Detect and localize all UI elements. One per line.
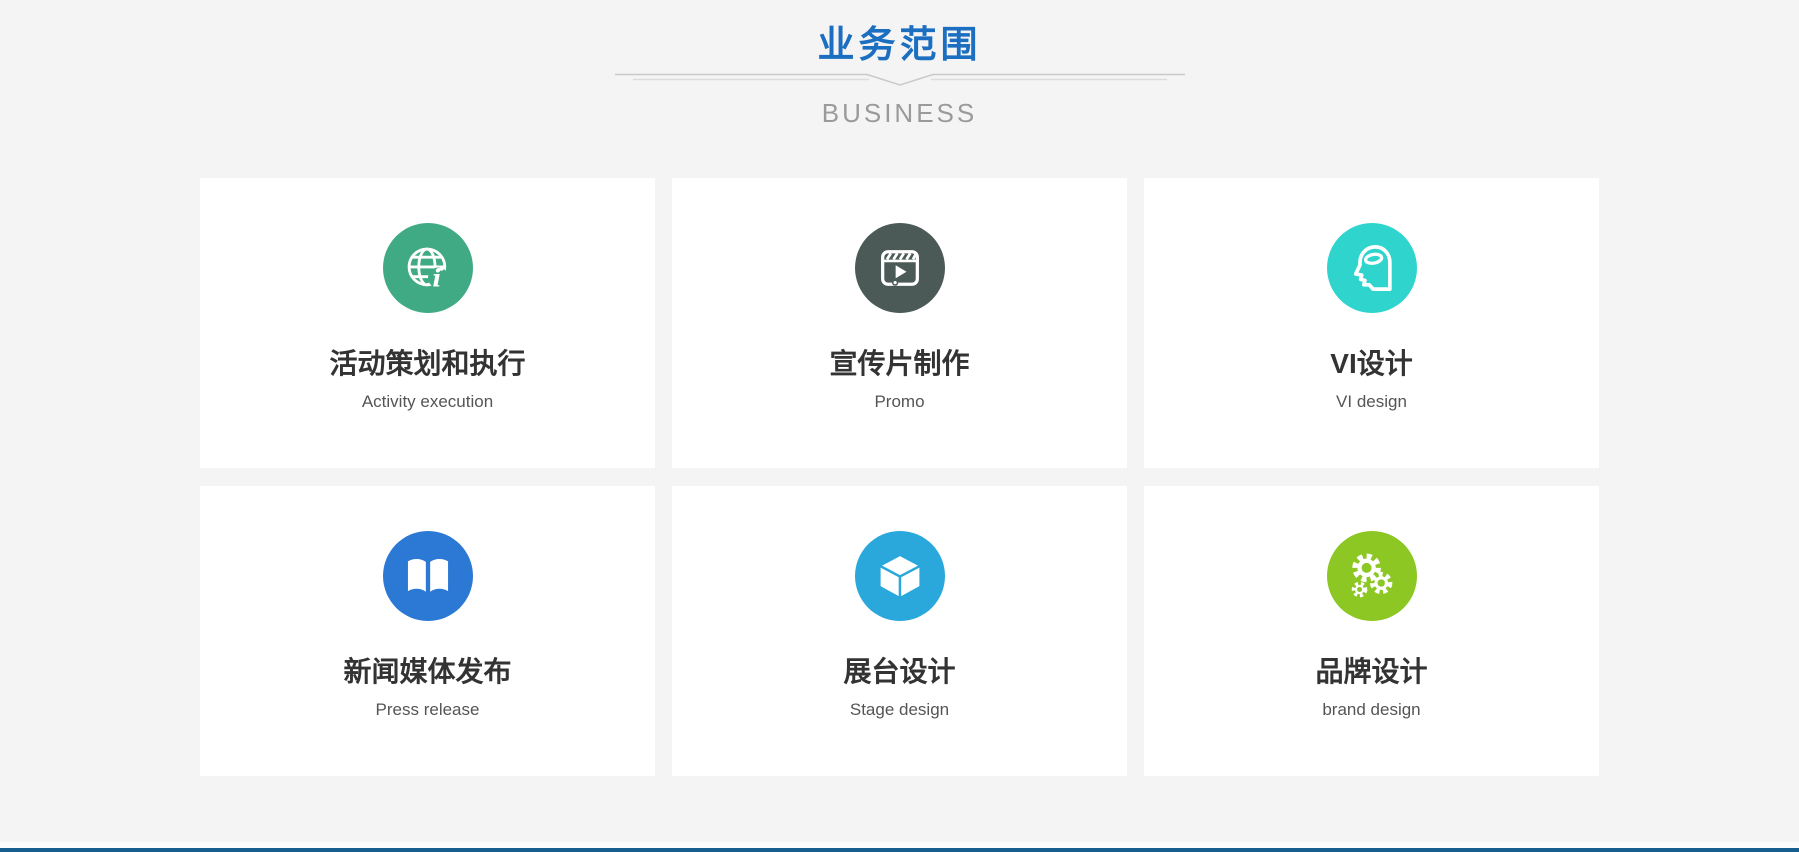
head-profile-icon xyxy=(1327,223,1417,313)
card-title: 新闻媒体发布 xyxy=(200,657,655,687)
bottom-accent-bar xyxy=(0,848,1799,852)
card-brand-design[interactable]: 品牌设计 brand design xyxy=(1144,486,1599,776)
card-title: 宣传片制作 xyxy=(672,349,1127,379)
section-divider xyxy=(0,70,1799,88)
globe-info-icon: i xyxy=(383,223,473,313)
card-vi-design[interactable]: VI设计 VI design xyxy=(1144,178,1599,468)
card-title: 活动策划和执行 xyxy=(200,349,655,379)
card-subtitle: Promo xyxy=(672,392,1127,411)
card-promo[interactable]: 宣传片制作 Promo xyxy=(672,178,1127,468)
cube-icon xyxy=(855,531,945,621)
clapperboard-play-icon xyxy=(855,223,945,313)
business-cards-grid: i 活动策划和执行 Activity execution 宣传片制 xyxy=(200,178,1600,776)
card-subtitle: Press release xyxy=(200,700,655,719)
card-activity-execution[interactable]: i 活动策划和执行 Activity execution xyxy=(200,178,655,468)
section-subtitle: BUSINESS xyxy=(0,98,1799,128)
svg-text:i: i xyxy=(432,264,441,292)
card-title: VI设计 xyxy=(1144,349,1599,379)
gears-icon xyxy=(1327,531,1417,621)
card-subtitle: brand design xyxy=(1144,700,1599,719)
card-subtitle: Stage design xyxy=(672,700,1127,719)
section-title: 业务范围 xyxy=(0,24,1799,66)
card-subtitle: Activity execution xyxy=(200,392,655,411)
card-subtitle: VI design xyxy=(1144,392,1599,411)
open-book-icon xyxy=(383,531,473,621)
card-title: 品牌设计 xyxy=(1144,657,1599,687)
card-press-release[interactable]: 新闻媒体发布 Press release xyxy=(200,486,655,776)
card-title: 展台设计 xyxy=(672,657,1127,687)
business-section-header: 业务范围 BUSINESS xyxy=(0,0,1799,128)
card-stage-design[interactable]: 展台设计 Stage design xyxy=(672,486,1127,776)
divider-chevron-icon xyxy=(615,70,1185,88)
